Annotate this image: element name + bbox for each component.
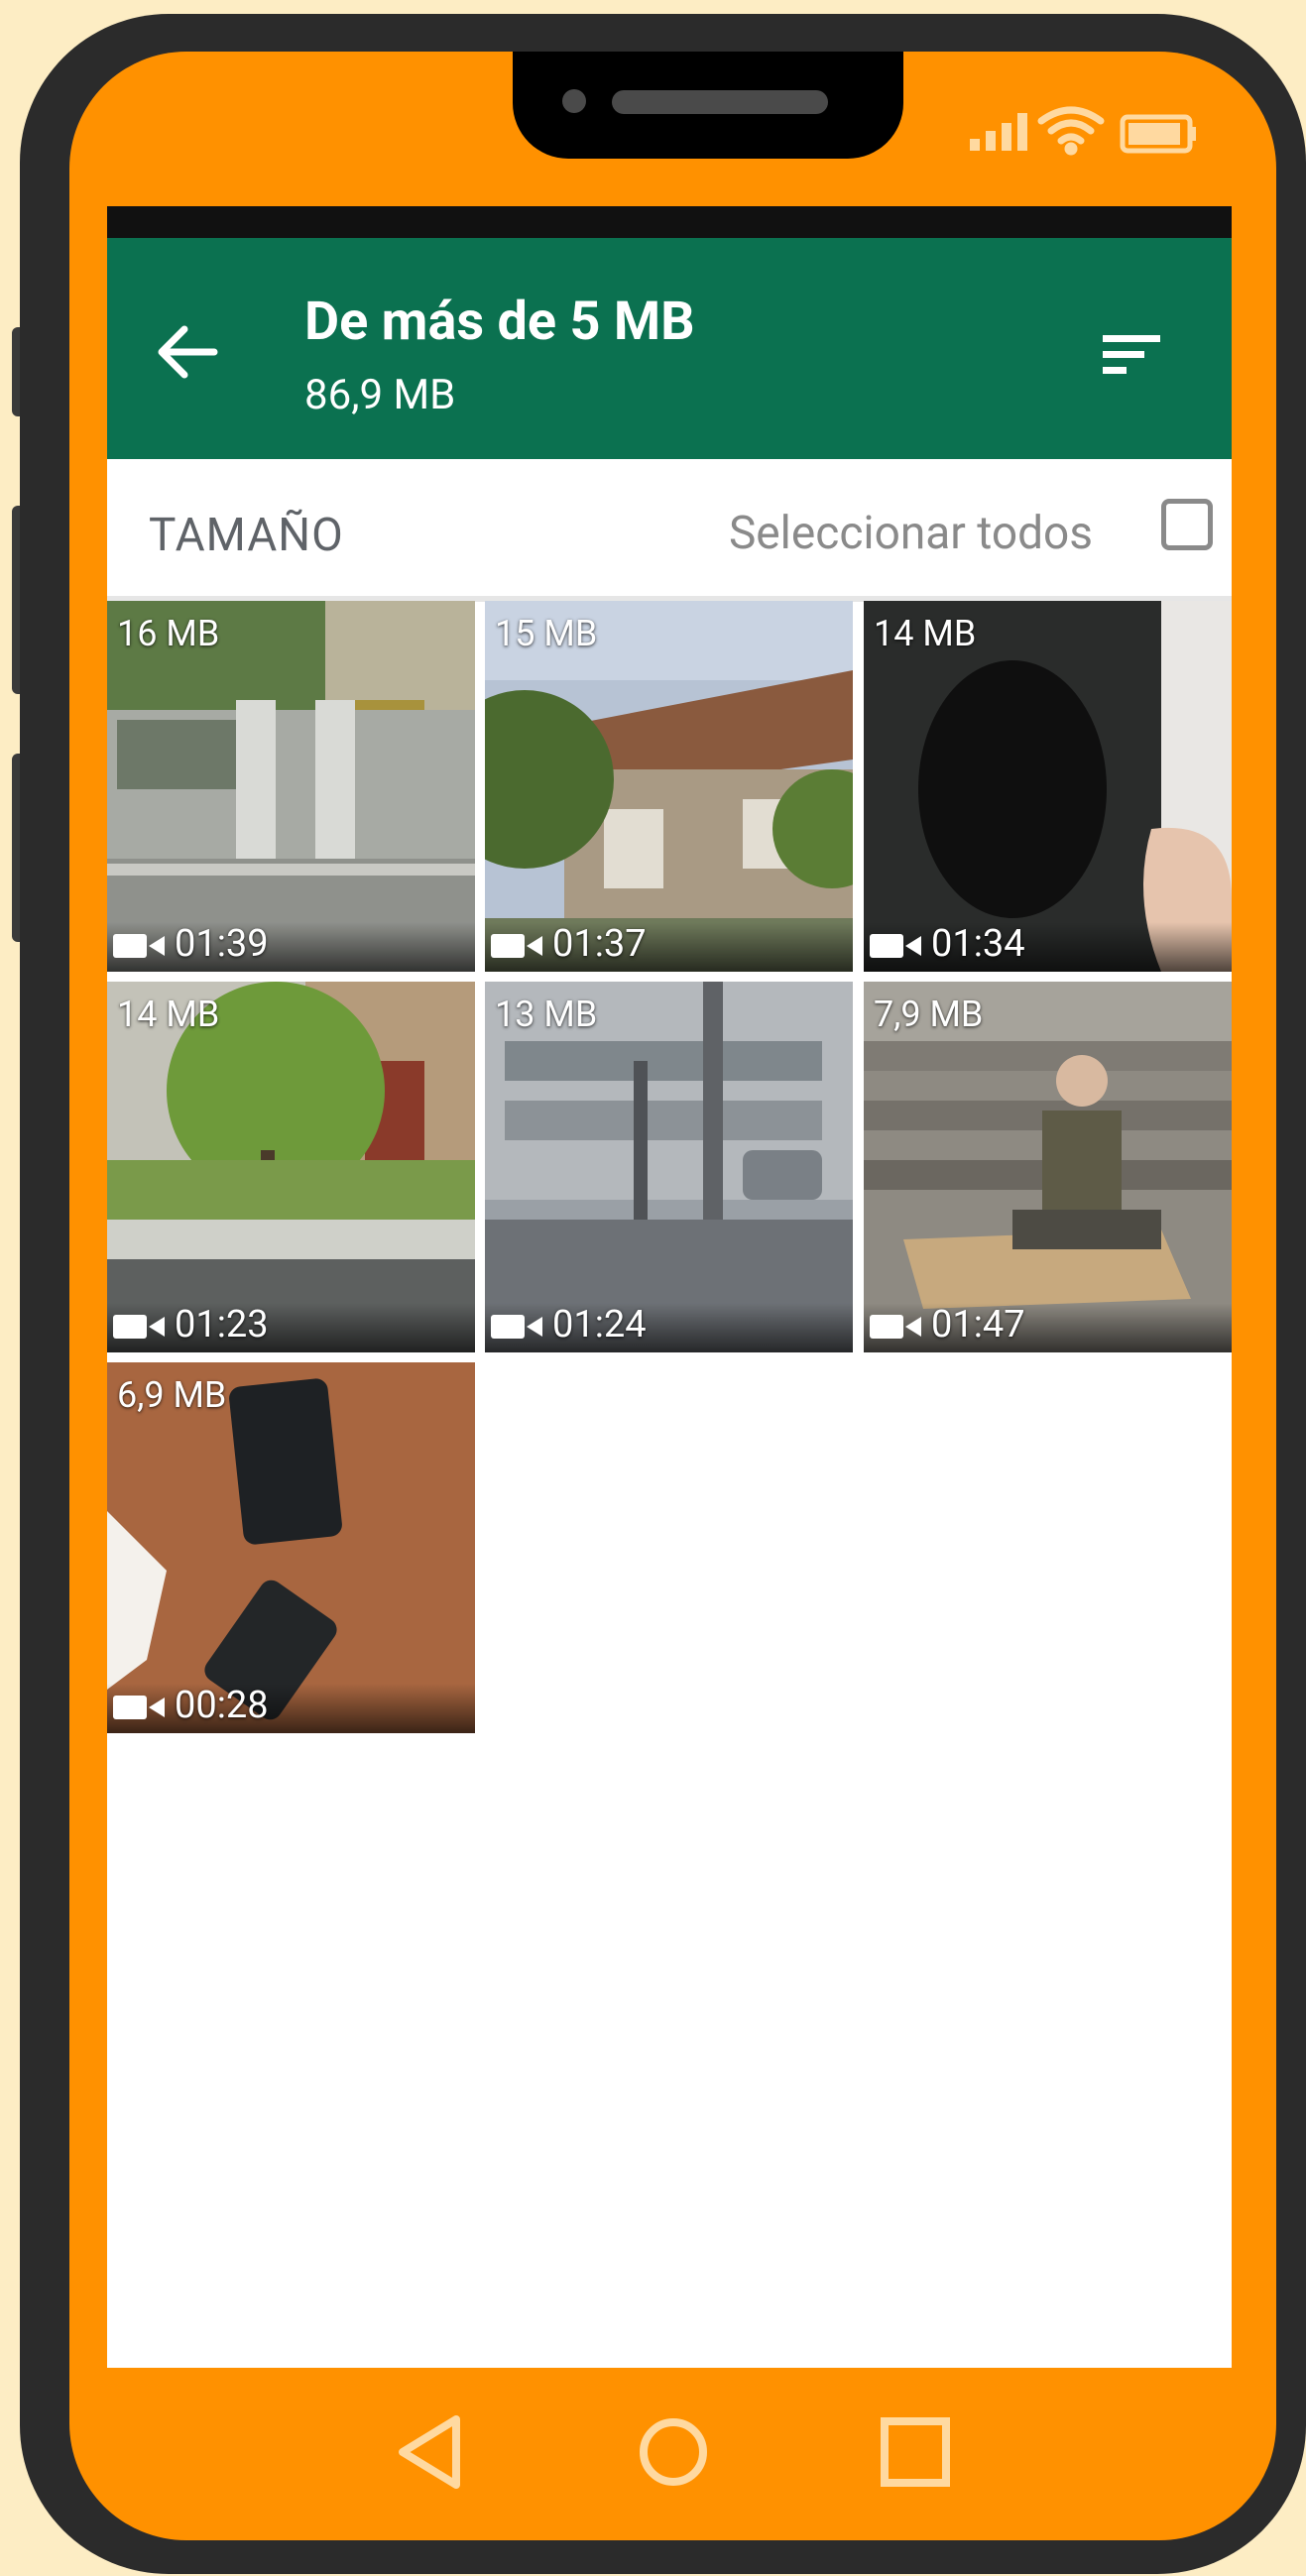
navigation-bar	[69, 2368, 1276, 2540]
media-size: 7,9 MB	[874, 994, 984, 1035]
video-thumbnail	[485, 601, 853, 972]
nav-home-button[interactable]	[629, 2407, 718, 2497]
video-thumbnail	[107, 601, 475, 972]
video-camera-icon	[113, 1315, 165, 1339]
app-bar: De más de 5 MB 86,9 MB	[107, 238, 1232, 459]
media-size: 14 MB	[874, 613, 977, 654]
back-button[interactable]	[153, 317, 222, 387]
earpiece-speaker	[612, 90, 828, 114]
video-camera-icon	[113, 1696, 165, 1719]
media-size: 13 MB	[495, 994, 598, 1035]
video-camera-icon	[870, 934, 921, 958]
filter-row: TAMAÑO Seleccionar todos	[107, 459, 1232, 598]
sort-icon	[1103, 335, 1160, 374]
media-duration: 01:34	[931, 922, 1025, 966]
media-tile[interactable]: 7,9 MB 01:47	[864, 982, 1232, 1352]
arrow-left-icon	[158, 325, 218, 379]
video-camera-icon	[491, 934, 542, 958]
media-size: 6,9 MB	[117, 1374, 227, 1416]
status-bar-icons	[900, 101, 1198, 161]
media-duration: 01:37	[552, 922, 647, 966]
phone-frame: De más de 5 MB 86,9 MB TAMAÑO Selecciona…	[20, 14, 1306, 2574]
media-tile[interactable]: 14 MB 01:23	[107, 982, 475, 1352]
signal-icon	[970, 113, 1027, 151]
wifi-icon	[1037, 106, 1105, 156]
home-circle-icon	[640, 2418, 707, 2486]
system-status-strip	[107, 206, 1232, 238]
media-tile[interactable]: 13 MB 01:24	[485, 982, 853, 1352]
battery-icon	[1120, 114, 1196, 154]
phone-bezel: De más de 5 MB 86,9 MB TAMAÑO Selecciona…	[69, 52, 1276, 2540]
media-duration: 00:28	[175, 1684, 269, 1727]
media-size: 15 MB	[495, 613, 598, 654]
select-all-checkbox[interactable]	[1161, 499, 1213, 550]
media-size: 16 MB	[117, 613, 220, 654]
media-size: 14 MB	[117, 994, 220, 1035]
sort-order-label[interactable]: TAMAÑO	[149, 509, 344, 562]
front-camera	[562, 89, 586, 113]
select-all-label[interactable]: Seleccionar todos	[729, 507, 1093, 560]
video-camera-icon	[491, 1315, 542, 1339]
media-tile[interactable]: 6,9 MB 00:28	[107, 1362, 475, 1733]
video-thumbnail	[107, 1362, 475, 1733]
media-duration: 01:23	[175, 1303, 269, 1347]
video-thumbnail	[107, 982, 475, 1352]
phone-notch	[513, 52, 903, 159]
total-size: 86,9 MB	[304, 371, 456, 419]
media-duration: 01:47	[931, 1303, 1025, 1347]
video-camera-icon	[870, 1315, 921, 1339]
nav-back-button[interactable]	[387, 2407, 476, 2497]
video-thumbnail	[485, 982, 853, 1352]
video-camera-icon	[113, 934, 165, 958]
media-tile[interactable]: 16 MB 01:39	[107, 601, 475, 972]
media-tile[interactable]: 15 MB 01:37	[485, 601, 853, 972]
app-screen: De más de 5 MB 86,9 MB TAMAÑO Selecciona…	[107, 206, 1232, 2368]
nav-recents-button[interactable]	[871, 2407, 960, 2497]
video-thumbnail	[864, 982, 1232, 1352]
video-thumbnail	[864, 601, 1232, 972]
recents-square-icon	[881, 2417, 950, 2487]
sort-button[interactable]	[1099, 325, 1168, 385]
back-triangle-icon	[399, 2415, 460, 2489]
page-title: De más de 5 MB	[304, 291, 695, 353]
media-duration: 01:24	[552, 1303, 647, 1347]
media-duration: 01:39	[175, 922, 269, 966]
media-tile[interactable]: 14 MB 01:34	[864, 601, 1232, 972]
